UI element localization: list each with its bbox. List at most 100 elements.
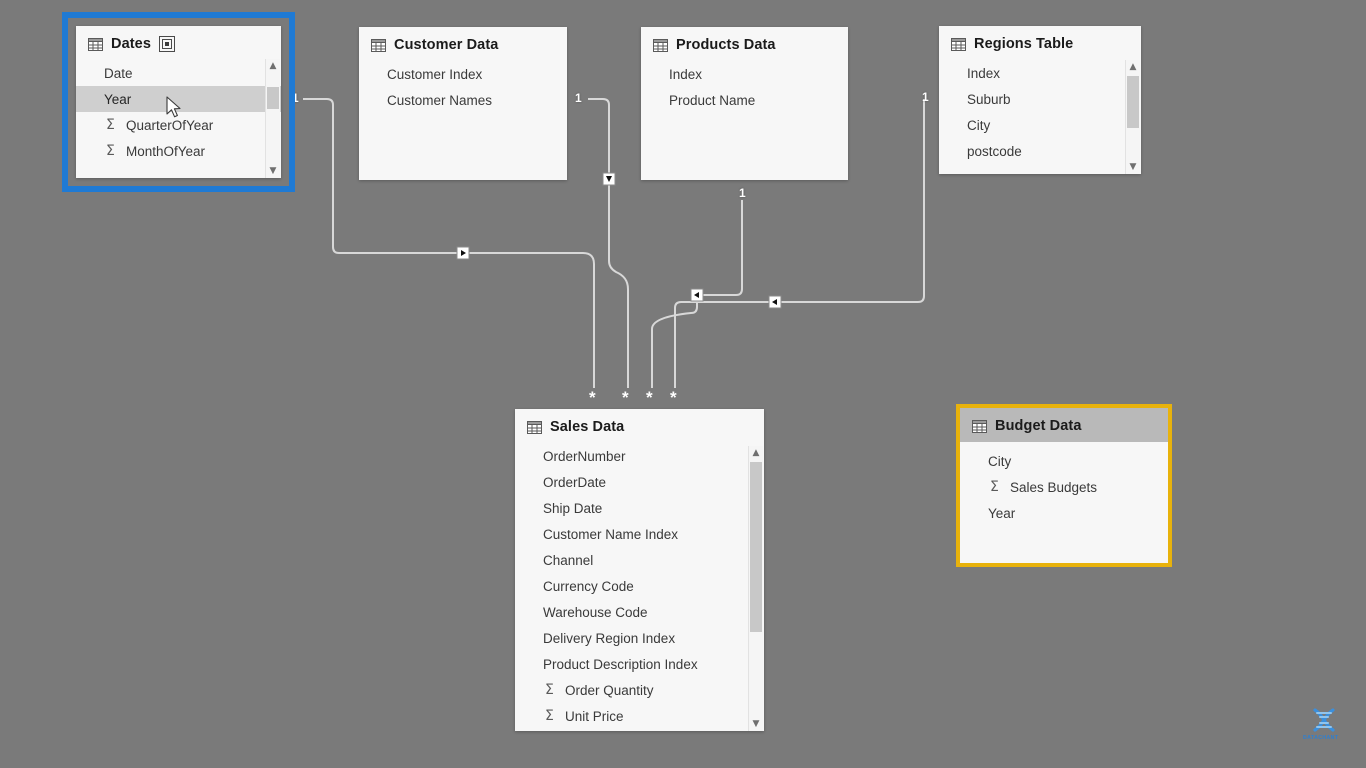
field-row[interactable]: Customer Name Index <box>515 521 764 547</box>
field-row[interactable]: Currency Code <box>515 573 764 599</box>
table-card-regions-table[interactable]: Regions Table Index Suburb City postcode… <box>939 26 1141 174</box>
table-header-products-data[interactable]: Products Data <box>641 27 848 59</box>
chevron-down-icon[interactable]: ▼ <box>749 717 763 731</box>
field-row[interactable]: Customer Index <box>359 61 567 87</box>
table-title-sales-data: Sales Data <box>550 419 625 435</box>
field-row[interactable]: Delivery Region Index <box>515 625 764 651</box>
table-fields-customer-data: Customer Index Customer Names <box>359 59 567 113</box>
chevron-up-icon[interactable]: ▲ <box>749 446 763 460</box>
chevron-down-icon[interactable]: ▼ <box>266 164 280 178</box>
cardinality-many-customer: * <box>622 388 629 407</box>
table-card-dates[interactable]: Dates Date Year Σ QuarterOfYear Σ MonthO… <box>76 26 281 178</box>
table-card-customer-data[interactable]: Customer Data Customer Index Customer Na… <box>359 27 567 180</box>
field-row[interactable]: Ship Date <box>515 495 764 521</box>
table-card-budget-data[interactable]: Budget Data City Σ Sales Budgets Year <box>960 408 1168 563</box>
field-label: OrderNumber <box>543 448 626 464</box>
field-label: Delivery Region Index <box>543 630 676 646</box>
field-row[interactable]: Product Description Index <box>515 651 764 677</box>
field-label: Ship Date <box>543 500 603 516</box>
field-row[interactable]: Σ QuarterOfYear <box>76 112 281 138</box>
cardinality-one-products: 1 <box>739 186 746 200</box>
table-grid-icon <box>653 38 668 52</box>
table-grid-icon <box>951 37 966 51</box>
field-row-selected[interactable]: Year <box>76 86 281 112</box>
table-header-regions-table[interactable]: Regions Table <box>939 26 1141 58</box>
field-label: Order Quantity <box>565 682 654 698</box>
scrollbar-regions-table[interactable]: ▲ ▼ <box>1125 60 1140 174</box>
field-label: Channel <box>543 552 594 568</box>
field-row[interactable]: Σ Unit Price <box>515 703 764 729</box>
table-header-sales-data[interactable]: Sales Data <box>515 409 764 441</box>
table-title-regions-table: Regions Table <box>974 36 1074 52</box>
table-grid-icon <box>371 38 386 52</box>
field-row[interactable]: Σ MonthOfYear <box>76 138 281 164</box>
chevron-down-icon[interactable]: ▼ <box>1126 160 1140 174</box>
chevron-up-icon[interactable]: ▲ <box>266 59 280 73</box>
sigma-icon: Σ <box>106 143 115 159</box>
field-label: Customer Index <box>387 66 483 82</box>
table-title-dates: Dates <box>111 36 151 52</box>
field-row[interactable]: OrderDate <box>515 469 764 495</box>
field-label: Currency Code <box>543 578 634 594</box>
table-header-customer-data[interactable]: Customer Data <box>359 27 567 59</box>
table-fields-dates: Date Year Σ QuarterOfYear Σ MonthOfYear <box>76 58 281 164</box>
sigma-icon: Σ <box>106 117 115 133</box>
cardinality-many-regions: * <box>670 388 677 407</box>
field-label: Sales Budgets <box>1010 479 1098 495</box>
table-title-products-data: Products Data <box>676 37 776 53</box>
field-label: MonthOfYear <box>126 143 206 159</box>
field-label: Warehouse Code <box>543 604 648 620</box>
sigma-icon: Σ <box>545 708 554 724</box>
model-view-canvas[interactable]: .rline { fill:none; stroke:#d8d8d8; stro… <box>0 0 1366 768</box>
direction-marker-regions <box>768 295 782 309</box>
cardinality-many-dates: * <box>589 388 596 407</box>
scrollbar-thumb[interactable] <box>1127 76 1139 128</box>
table-fields-sales-data: OrderNumber OrderDate Ship Date Customer… <box>515 441 764 729</box>
field-row[interactable]: Suburb <box>939 86 1141 112</box>
scrollbar-thumb[interactable] <box>267 87 279 109</box>
field-label: City <box>988 453 1012 469</box>
table-fields-regions-table: Index Suburb City postcode <box>939 58 1141 164</box>
relationship-line-products-sales <box>651 200 743 388</box>
field-label: Unit Price <box>565 708 624 724</box>
scrollbar-dates[interactable]: ▲ ▼ <box>265 59 280 178</box>
table-fields-products-data: Index Product Name <box>641 59 848 113</box>
field-row[interactable]: Index <box>939 60 1141 86</box>
table-card-sales-data[interactable]: Sales Data OrderNumber OrderDate Ship Da… <box>515 409 764 731</box>
direction-marker-products <box>690 288 704 302</box>
field-row[interactable]: postcode <box>939 138 1141 164</box>
field-row[interactable]: Product Name <box>641 87 848 113</box>
table-grid-icon <box>527 420 542 434</box>
mark-as-date-table-icon[interactable] <box>159 36 175 52</box>
field-row[interactable]: Σ Sales Budgets <box>960 474 1168 500</box>
table-fields-budget-data: City Σ Sales Budgets Year <box>960 442 1168 526</box>
cardinality-one-customer: 1 <box>575 91 582 105</box>
field-row[interactable]: Σ Order Quantity <box>515 677 764 703</box>
field-row[interactable]: Index <box>641 61 848 87</box>
field-row[interactable]: OrderNumber <box>515 443 764 469</box>
field-row[interactable]: Year <box>960 500 1168 526</box>
field-row[interactable]: City <box>960 448 1168 474</box>
table-header-dates[interactable]: Dates <box>76 26 281 58</box>
chevron-up-icon[interactable]: ▲ <box>1126 60 1140 74</box>
table-header-budget-data[interactable]: Budget Data <box>960 408 1168 442</box>
field-label: Suburb <box>967 91 1011 107</box>
field-row[interactable]: Warehouse Code <box>515 599 764 625</box>
scrollbar-thumb[interactable] <box>750 462 762 632</box>
field-row[interactable]: Date <box>76 60 281 86</box>
field-label: Product Name <box>669 92 756 108</box>
field-label: City <box>967 117 991 133</box>
table-card-products-data[interactable]: Products Data Index Product Name <box>641 27 848 180</box>
field-row[interactable]: Customer Names <box>359 87 567 113</box>
scrollbar-sales-data[interactable]: ▲ ▼ <box>748 446 763 731</box>
field-label: QuarterOfYear <box>126 117 214 133</box>
direction-marker-customer <box>602 172 616 186</box>
table-title-budget-data: Budget Data <box>995 418 1082 434</box>
direction-marker-dates <box>456 246 470 260</box>
field-label: Index <box>669 66 703 82</box>
field-label: Product Description Index <box>543 656 698 672</box>
table-title-customer-data: Customer Data <box>394 37 499 53</box>
field-row[interactable]: Channel <box>515 547 764 573</box>
cardinality-many-products: * <box>646 388 653 407</box>
field-row[interactable]: City <box>939 112 1141 138</box>
